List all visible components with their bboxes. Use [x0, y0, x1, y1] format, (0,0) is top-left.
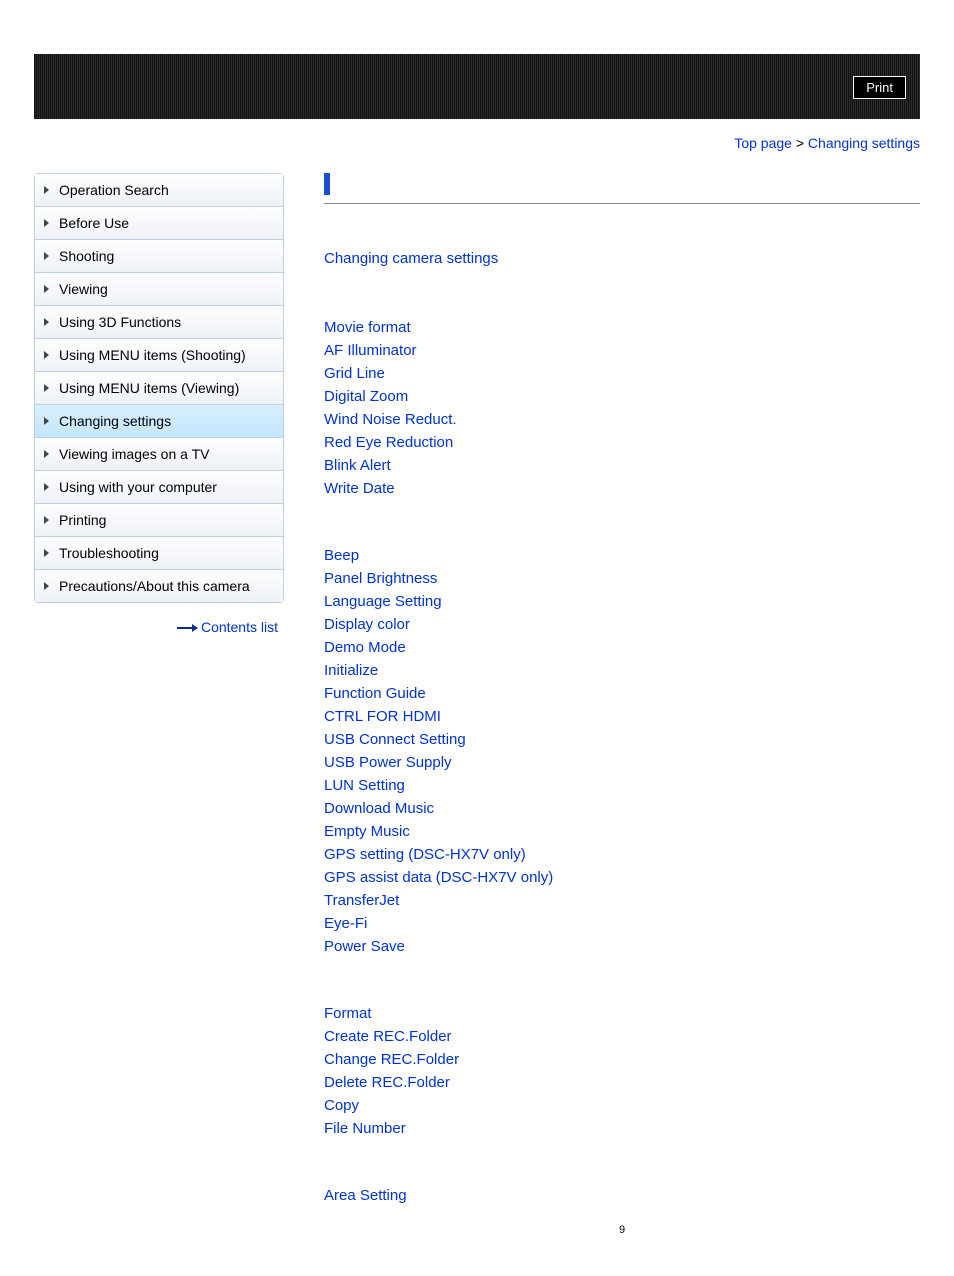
- list-item: Blink Alert: [324, 457, 920, 474]
- setting-link-transferjet[interactable]: TransferJet: [324, 892, 399, 909]
- print-button[interactable]: Print: [853, 76, 906, 99]
- link-list-1: Beep Panel Brightness Language Setting Disp…: [324, 547, 920, 955]
- setting-link-grid-line[interactable]: Grid Line: [324, 365, 385, 382]
- sidebar-item-using-menu-items-shooting[interactable]: Using MENU items (Shooting): [35, 339, 283, 372]
- breadcrumb-top-page[interactable]: Top page: [734, 135, 792, 151]
- setting-link-blink-alert[interactable]: Blink Alert: [324, 457, 391, 474]
- list-item: TransferJet: [324, 892, 920, 909]
- list-item: Empty Music: [324, 823, 920, 840]
- list-item: File Number: [324, 1120, 920, 1137]
- breadcrumb: Top page > Changing settings: [34, 119, 920, 173]
- list-item: Movie format: [324, 319, 920, 336]
- list-item: GPS assist data (DSC-HX7V only): [324, 869, 920, 886]
- setting-link-copy[interactable]: Copy: [324, 1097, 359, 1114]
- list-item: Red Eye Reduction: [324, 434, 920, 451]
- list-item: Power Save: [324, 938, 920, 955]
- setting-link-red-eye-reduction[interactable]: Red Eye Reduction: [324, 434, 453, 451]
- link-list-3: Area Setting: [324, 1187, 920, 1204]
- setting-link-gps-assist-data-dsc-hx7v-only[interactable]: GPS assist data (DSC-HX7V only): [324, 869, 553, 886]
- list-item: Digital Zoom: [324, 388, 920, 405]
- link-list-2: Format Create REC.Folder Change REC.Folder…: [324, 1005, 920, 1137]
- setting-link-display-color[interactable]: Display color: [324, 616, 410, 633]
- breadcrumb-current: Changing settings: [808, 135, 920, 151]
- setting-link-format[interactable]: Format: [324, 1005, 372, 1022]
- sidebar-item-changing-settings[interactable]: Changing settings: [35, 405, 283, 438]
- setting-link-file-number[interactable]: File Number: [324, 1120, 406, 1137]
- list-item: USB Power Supply: [324, 754, 920, 771]
- contents-list-link[interactable]: Contents list: [201, 619, 278, 635]
- setting-link-write-date[interactable]: Write Date: [324, 480, 395, 497]
- setting-link-gps-setting-dsc-hx7v-only[interactable]: GPS setting (DSC-HX7V only): [324, 846, 526, 863]
- setting-link-eye-fi[interactable]: Eye-Fi: [324, 915, 367, 932]
- top-white-bar: [34, 0, 920, 54]
- sidebar-item-using-3d-functions[interactable]: Using 3D Functions: [35, 306, 283, 339]
- list-item: Panel Brightness: [324, 570, 920, 587]
- sidebar-item-printing[interactable]: Printing: [35, 504, 283, 537]
- list-item: Write Date: [324, 480, 920, 497]
- setting-link-wind-noise-reduct[interactable]: Wind Noise Reduct.: [324, 411, 457, 428]
- list-item: LUN Setting: [324, 777, 920, 794]
- header-black-band: Print: [34, 54, 920, 119]
- title-marker-icon: [324, 173, 330, 195]
- list-item: Language Setting: [324, 593, 920, 610]
- section-heading-link[interactable]: Changing camera settings: [324, 250, 498, 267]
- setting-link-function-guide[interactable]: Function Guide: [324, 685, 426, 702]
- setting-link-area-setting[interactable]: Area Setting: [324, 1187, 407, 1204]
- sidebar-item-precautions-about-this-camera[interactable]: Precautions/About this camera: [35, 570, 283, 602]
- list-item: Function Guide: [324, 685, 920, 702]
- list-item: AF Illuminator: [324, 342, 920, 359]
- page-number: 9: [324, 1224, 920, 1236]
- list-item: Initialize: [324, 662, 920, 679]
- sidebar: Operation SearchBefore UseShootingViewin…: [34, 173, 284, 603]
- link-list-0: Movie format AF Illuminator Grid Line Digit…: [324, 319, 920, 497]
- sidebar-item-viewing[interactable]: Viewing: [35, 273, 283, 306]
- list-item: Display color: [324, 616, 920, 633]
- setting-link-download-music[interactable]: Download Music: [324, 800, 434, 817]
- list-item: Create REC.Folder: [324, 1028, 920, 1045]
- main-content: Changing camera settings Movie format AF …: [284, 173, 920, 1236]
- setting-link-delete-rec-folder[interactable]: Delete REC.Folder: [324, 1074, 450, 1091]
- sidebar-item-troubleshooting[interactable]: Troubleshooting: [35, 537, 283, 570]
- setting-link-power-save[interactable]: Power Save: [324, 938, 405, 955]
- setting-link-create-rec-folder[interactable]: Create REC.Folder: [324, 1028, 452, 1045]
- list-item: CTRL FOR HDMI: [324, 708, 920, 725]
- list-item: Eye-Fi: [324, 915, 920, 932]
- setting-link-ctrl-for-hdmi[interactable]: CTRL FOR HDMI: [324, 708, 441, 725]
- sidebar-item-shooting[interactable]: Shooting: [35, 240, 283, 273]
- setting-link-usb-power-supply[interactable]: USB Power Supply: [324, 754, 452, 771]
- setting-link-af-illuminator[interactable]: AF Illuminator: [324, 342, 417, 359]
- sidebar-item-operation-search[interactable]: Operation Search: [35, 174, 283, 207]
- setting-link-lun-setting[interactable]: LUN Setting: [324, 777, 405, 794]
- sidebar-item-viewing-images-on-a-tv[interactable]: Viewing images on a TV: [35, 438, 283, 471]
- setting-link-beep[interactable]: Beep: [324, 547, 359, 564]
- list-item: Grid Line: [324, 365, 920, 382]
- setting-link-empty-music[interactable]: Empty Music: [324, 823, 410, 840]
- setting-link-language-setting[interactable]: Language Setting: [324, 593, 442, 610]
- list-item: Change REC.Folder: [324, 1051, 920, 1068]
- list-item: Beep: [324, 547, 920, 564]
- setting-link-initialize[interactable]: Initialize: [324, 662, 378, 679]
- list-item: Delete REC.Folder: [324, 1074, 920, 1091]
- list-item: GPS setting (DSC-HX7V only): [324, 846, 920, 863]
- list-item: Format: [324, 1005, 920, 1022]
- breadcrumb-sep: >: [796, 135, 804, 151]
- sidebar-item-before-use[interactable]: Before Use: [35, 207, 283, 240]
- sidebar-item-using-menu-items-viewing[interactable]: Using MENU items (Viewing): [35, 372, 283, 405]
- page-title-row: [324, 173, 920, 204]
- setting-link-usb-connect-setting[interactable]: USB Connect Setting: [324, 731, 466, 748]
- list-item: Wind Noise Reduct.: [324, 411, 920, 428]
- setting-link-movie-format[interactable]: Movie format: [324, 319, 411, 336]
- list-item: Demo Mode: [324, 639, 920, 656]
- list-item: Copy: [324, 1097, 920, 1114]
- list-item: Area Setting: [324, 1187, 920, 1204]
- setting-link-change-rec-folder[interactable]: Change REC.Folder: [324, 1051, 459, 1068]
- setting-link-demo-mode[interactable]: Demo Mode: [324, 639, 406, 656]
- list-item: Download Music: [324, 800, 920, 817]
- contents-list-row: Contents list: [34, 603, 284, 635]
- list-item: USB Connect Setting: [324, 731, 920, 748]
- setting-link-digital-zoom[interactable]: Digital Zoom: [324, 388, 408, 405]
- setting-link-panel-brightness[interactable]: Panel Brightness: [324, 570, 437, 587]
- arrow-right-icon: [177, 627, 197, 629]
- sidebar-item-using-with-your-computer[interactable]: Using with your computer: [35, 471, 283, 504]
